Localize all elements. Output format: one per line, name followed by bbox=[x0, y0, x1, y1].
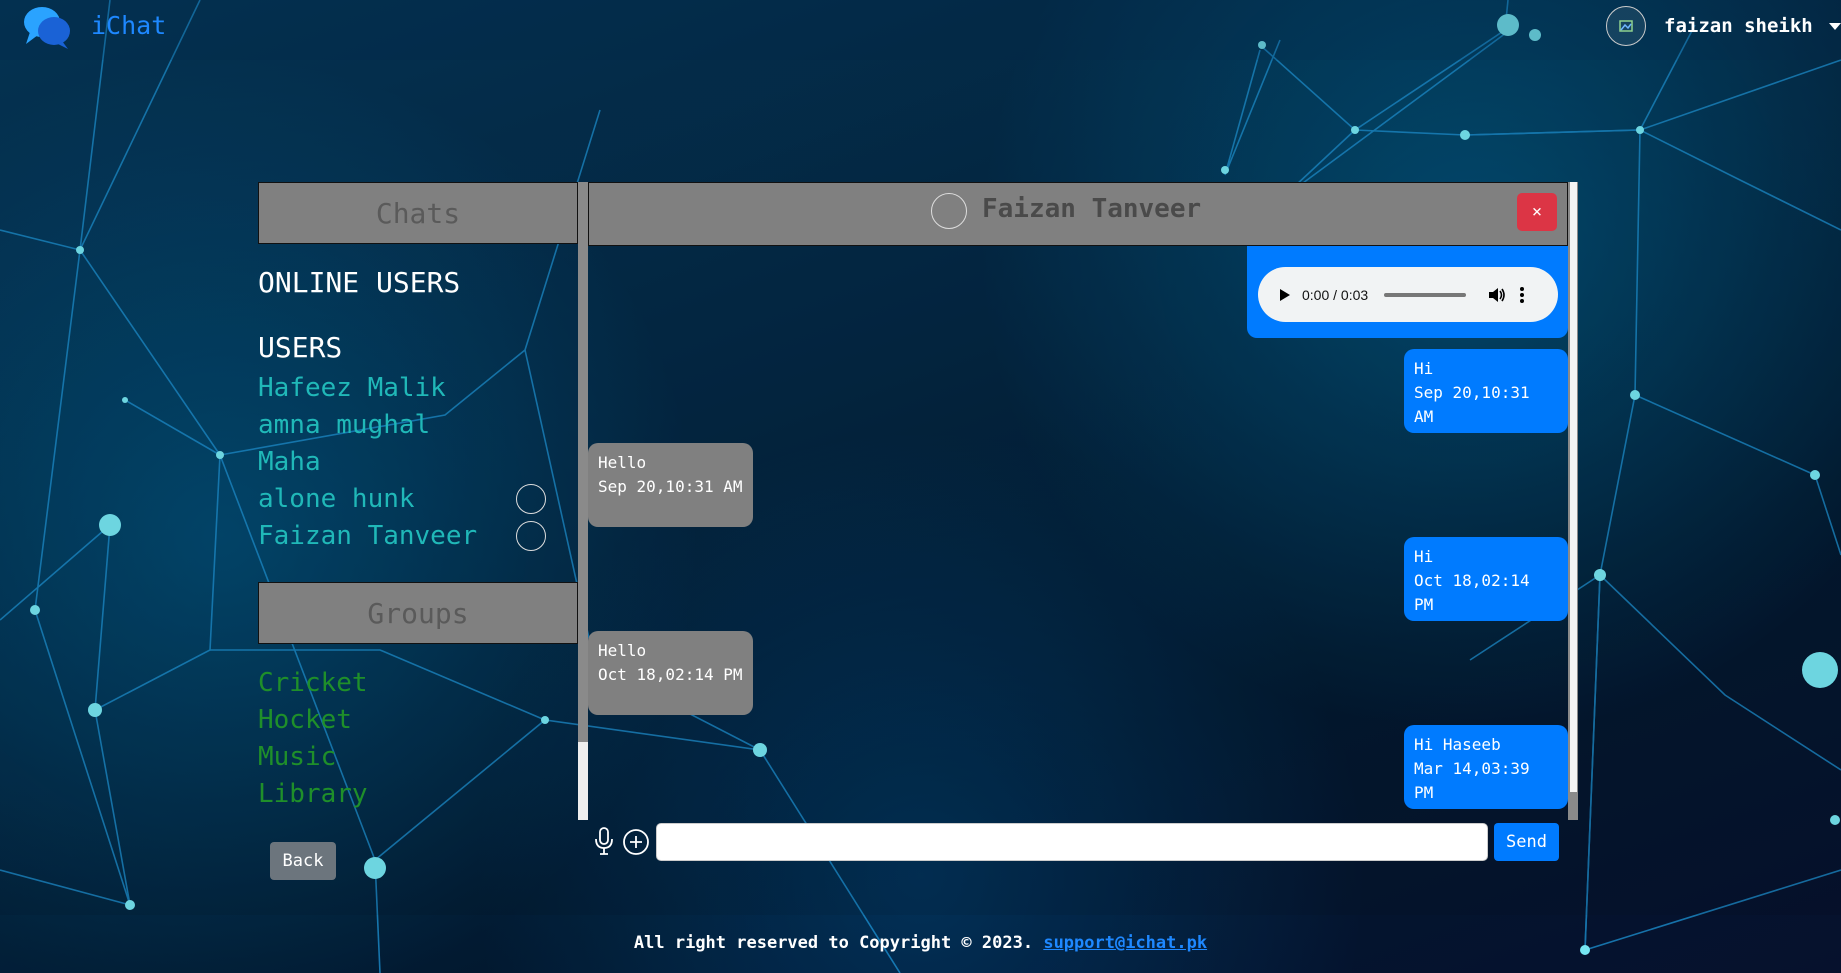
copyright-text: All right reserved to Copyright © 2023. bbox=[633, 933, 1034, 953]
message-text: Hi bbox=[1414, 547, 1434, 566]
audio-player[interactable]: 0:00 / 0:03 bbox=[1258, 267, 1558, 322]
user-avatar bbox=[516, 521, 546, 551]
more-options-icon[interactable] bbox=[1520, 286, 1525, 303]
chat-header: Faizan Tanveer × bbox=[588, 182, 1568, 246]
message-list: 0:00 / 0:03 Hi Sep 20,10:31 AM Hello Sep… bbox=[588, 246, 1568, 820]
sidebar-scrollbar-thumb[interactable] bbox=[578, 182, 588, 742]
group-link[interactable]: Library bbox=[258, 779, 368, 809]
message-input[interactable] bbox=[656, 823, 1488, 861]
user-link[interactable]: alone hunk bbox=[258, 484, 415, 514]
sidebar-scrollbar[interactable] bbox=[578, 182, 588, 820]
user-avatar bbox=[516, 484, 546, 514]
contact-name: Faizan Tanveer bbox=[982, 194, 1202, 224]
user-link[interactable]: amna mughal bbox=[258, 410, 430, 440]
message-bubble-received: Hello Sep 20,10:31 AM bbox=[588, 443, 753, 527]
message-text: Hello bbox=[598, 453, 647, 472]
user-menu-toggle[interactable]: faizan sheikh bbox=[1606, 6, 1841, 46]
message-time: Oct 18,02:14 PM bbox=[1414, 571, 1530, 614]
volume-icon[interactable] bbox=[1488, 287, 1506, 303]
user-link[interactable]: Hafeez Malik bbox=[258, 373, 446, 403]
group-link[interactable]: Hocket bbox=[258, 705, 352, 735]
brand-name[interactable]: iChat bbox=[91, 11, 166, 40]
contact-avatar bbox=[931, 193, 967, 229]
message-bubble-sent: Hi Oct 18,02:14 PM bbox=[1404, 537, 1568, 621]
message-bubble-received: Hello Oct 18,02:14 PM bbox=[588, 631, 753, 715]
navbar: iChat faizan sheikh bbox=[0, 0, 1841, 60]
sidebar: Chats ONLINE USERS USERS Hafeez Malik am… bbox=[258, 182, 578, 880]
back-button[interactable]: Back bbox=[270, 842, 336, 880]
groups-header: Groups bbox=[258, 582, 578, 644]
chevron-down-icon bbox=[1828, 22, 1841, 30]
broken-image-icon bbox=[1619, 20, 1633, 32]
close-chat-button[interactable]: × bbox=[1517, 193, 1557, 231]
message-bubble-sent: Hi Haseeb Mar 14,03:39 PM bbox=[1404, 725, 1568, 809]
message-text: Hi Haseeb bbox=[1414, 735, 1501, 754]
group-link[interactable]: Cricket bbox=[258, 668, 368, 698]
composer: Send bbox=[588, 820, 1568, 870]
user-link[interactable]: Faizan Tanveer bbox=[258, 521, 477, 551]
chat-bubbles-icon[interactable] bbox=[22, 4, 72, 50]
message-time: Oct 18,02:14 PM bbox=[598, 665, 743, 684]
user-avatar bbox=[1606, 6, 1646, 46]
chats-header: Chats bbox=[258, 182, 578, 244]
message-time: Sep 20,10:31 AM bbox=[598, 477, 743, 496]
footer: All right reserved to Copyright © 2023. … bbox=[0, 933, 1841, 953]
message-time: Sep 20,10:31 AM bbox=[1414, 383, 1530, 426]
user-link[interactable]: Maha bbox=[258, 447, 321, 477]
chat-scrollbar-track[interactable] bbox=[1570, 182, 1577, 792]
username-label: faizan sheikh bbox=[1664, 15, 1813, 37]
message-bubble-sent: Hi Sep 20,10:31 AM bbox=[1404, 349, 1568, 433]
support-email-link[interactable]: support@ichat.pk bbox=[1043, 933, 1207, 953]
microphone-icon[interactable] bbox=[592, 826, 616, 856]
audio-message: 0:00 / 0:03 bbox=[1247, 246, 1568, 338]
group-link[interactable]: Music bbox=[258, 742, 336, 772]
message-text: Hi bbox=[1414, 359, 1434, 378]
audio-time: 0:00 / 0:03 bbox=[1302, 286, 1369, 303]
send-button[interactable]: Send bbox=[1494, 823, 1559, 861]
plus-circle-icon[interactable] bbox=[622, 828, 650, 856]
online-users-title: ONLINE USERS bbox=[258, 266, 461, 299]
play-icon[interactable] bbox=[1280, 288, 1290, 301]
message-text: Hello bbox=[598, 641, 647, 660]
users-title: USERS bbox=[258, 331, 343, 364]
audio-seek-bar[interactable] bbox=[1384, 292, 1467, 297]
message-time: Mar 14,03:39 PM bbox=[1414, 759, 1530, 802]
